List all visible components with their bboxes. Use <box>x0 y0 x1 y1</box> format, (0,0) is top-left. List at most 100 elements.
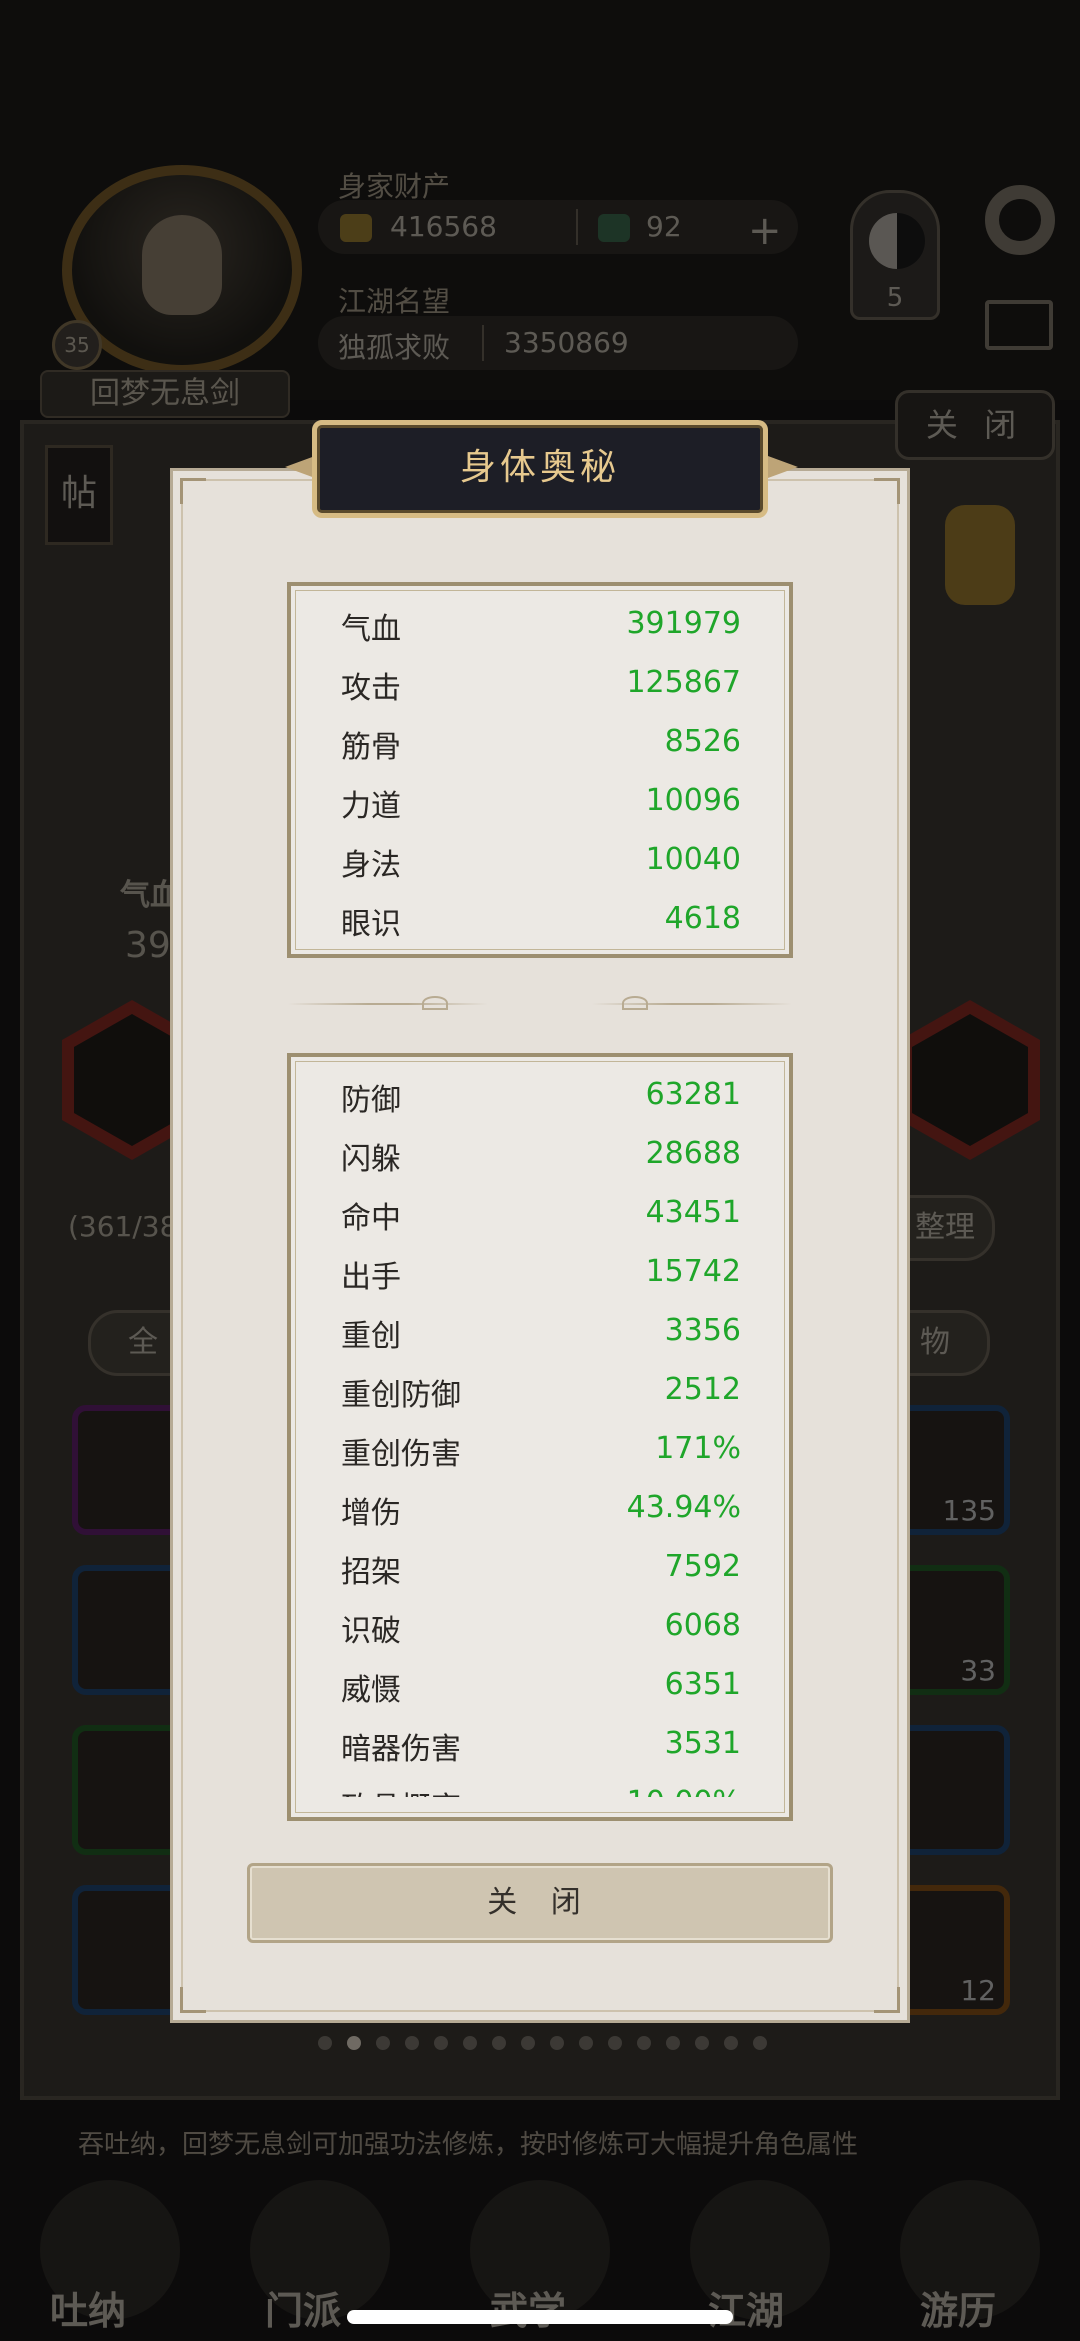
stat-row: 出手 15742 <box>341 1242 741 1301</box>
corner-ornament <box>874 478 900 504</box>
page-dot[interactable] <box>376 2036 390 2050</box>
reputation-value: 3350869 <box>504 326 629 359</box>
stat-value: 2512 <box>664 1372 741 1407</box>
page-dot[interactable] <box>579 2036 593 2050</box>
panel-close-button[interactable]: 关 闭 <box>895 390 1055 460</box>
stat-value: 7592 <box>664 1549 741 1584</box>
corner-ornament <box>180 478 206 504</box>
page-dot[interactable] <box>492 2036 506 2050</box>
stat-name: 暗器伤害 <box>341 1732 461 1767</box>
avatar-portrait <box>142 215 222 315</box>
close-button[interactable]: 关 闭 <box>247 1863 833 1943</box>
bottom-hint: 吞吐纳，回梦无息剑可加强功法修炼，按时修炼可大幅提升角色属性 <box>78 2130 859 2160</box>
taiji-button[interactable]: 5 <box>850 190 940 320</box>
divider-left <box>288 1003 488 1005</box>
page-dot[interactable] <box>405 2036 419 2050</box>
nav-label-jianghu: 江湖 <box>708 2289 785 2333</box>
page-dot[interactable] <box>753 2036 767 2050</box>
sort-button[interactable]: 整理 <box>895 1195 995 1261</box>
title-rank: 独孤求败 <box>338 331 451 364</box>
taiji-icon <box>869 213 925 269</box>
stat-name: 身法 <box>341 848 401 883</box>
side-tab-tie[interactable]: 帖 <box>45 445 113 545</box>
mail-icon[interactable] <box>985 300 1053 350</box>
page-dot[interactable] <box>521 2036 535 2050</box>
nav-label-wuxue: 武学 <box>490 2280 566 2335</box>
stat-row: 致骨概率 10.00% <box>341 1773 741 1797</box>
dialog-title: 身体奥秘 <box>459 447 620 488</box>
stat-row: 重创防御 2512 <box>341 1360 741 1419</box>
page-dot[interactable] <box>724 2036 738 2050</box>
stat-value: 6351 <box>664 1667 741 1702</box>
stat-row: 命中 43451 <box>341 1183 741 1242</box>
stat-row: 重创伤害 171% <box>341 1419 741 1478</box>
page-dot[interactable] <box>666 2036 680 2050</box>
page-dot[interactable] <box>695 2036 709 2050</box>
stat-name: 力道 <box>341 789 401 824</box>
stat-value: 4618 <box>664 901 741 936</box>
stat-name: 重创 <box>341 1319 401 1354</box>
stat-value: 6068 <box>664 1608 741 1643</box>
stat-row: 筋骨 8526 <box>341 712 741 771</box>
stat-row: 招架 7592 <box>341 1537 741 1596</box>
hp-partial: 39 <box>125 925 171 966</box>
stat-name: 命中 <box>341 1201 401 1236</box>
nav-label-menpai: 门派 <box>265 2289 342 2333</box>
add-jade-button[interactable]: + <box>748 208 782 254</box>
stat-value: 43451 <box>645 1195 741 1230</box>
stat-row: 暗器伤害 3531 <box>341 1714 741 1773</box>
page-dot[interactable] <box>463 2036 477 2050</box>
stat-row: 力道 10096 <box>341 771 741 830</box>
stat-name: 眼识 <box>341 907 401 942</box>
stat-value: 10096 <box>645 783 741 818</box>
stat-name: 气血 <box>341 612 401 647</box>
jade-value: 92 <box>646 210 682 243</box>
stat-name: 重创防御 <box>341 1378 461 1413</box>
home-indicator[interactable] <box>347 2310 733 2324</box>
body-secrets-dialog: 身体奥秘 气血 391979 攻击 125867 筋骨 8526 力道 10096 身法 1004… <box>170 420 910 2023</box>
stat-row: 识破 6068 <box>341 1596 741 1655</box>
primary-stats-panel: 气血 391979 攻击 125867 筋骨 8526 力道 10096 身法 10040 眼识 46… <box>287 582 793 958</box>
stat-name: 出手 <box>341 1260 401 1295</box>
page-dot[interactable] <box>550 2036 564 2050</box>
secondary-stats-panel[interactable]: 防御 63281 闪躲 28688 命中 43451 出手 15742 重创 3356 重创防御 25… <box>287 1053 793 1821</box>
page-dot[interactable] <box>318 2036 332 2050</box>
page-dot[interactable] <box>434 2036 448 2050</box>
stat-row: 闪躲 28688 <box>341 1124 741 1183</box>
stat-row: 威慑 6351 <box>341 1655 741 1714</box>
stat-value: 171% <box>655 1431 741 1466</box>
secondary-stats-scroll[interactable]: 防御 63281 闪躲 28688 命中 43451 出手 15742 重创 3356 重创防御 25… <box>291 1057 789 1797</box>
stat-value: 3356 <box>664 1313 741 1348</box>
stat-name: 威慑 <box>341 1673 401 1708</box>
separator <box>482 325 484 361</box>
gear-icon[interactable] <box>985 185 1055 255</box>
stat-value: 125867 <box>626 665 741 700</box>
stat-name: 防御 <box>341 1083 401 1118</box>
stat-name: 重创伤害 <box>341 1437 461 1472</box>
page-dot[interactable] <box>637 2036 651 2050</box>
level-badge: 35 <box>52 320 102 370</box>
reputation-label: 江湖名望 <box>338 285 451 318</box>
page-dot[interactable] <box>608 2036 622 2050</box>
stat-name: 识破 <box>341 1614 401 1649</box>
stat-row: 气血 391979 <box>341 594 741 653</box>
jade-icon <box>598 214 630 242</box>
stat-row: 防御 63281 <box>341 1065 741 1124</box>
nav-label-tuna: 吐纳 <box>50 2289 127 2333</box>
stat-value: 15742 <box>645 1254 741 1289</box>
page-indicator <box>318 2035 782 2051</box>
stat-name: 增伤 <box>341 1496 401 1531</box>
stat-name: 招架 <box>341 1555 401 1590</box>
lantern-icon[interactable] <box>945 505 1015 605</box>
stat-name: 攻击 <box>341 671 401 706</box>
page-dot[interactable] <box>347 2036 361 2050</box>
taiji-count: 5 <box>886 283 904 313</box>
divider-ornament <box>422 996 448 1010</box>
stat-value: 3531 <box>664 1726 741 1761</box>
stat-row: 增伤 43.94% <box>341 1478 741 1537</box>
stat-name: 筋骨 <box>341 730 401 765</box>
stat-value: 391979 <box>626 606 741 641</box>
mount-slot-inner <box>912 1014 1028 1146</box>
coin-icon <box>340 214 372 242</box>
stat-value: 63281 <box>645 1077 741 1112</box>
